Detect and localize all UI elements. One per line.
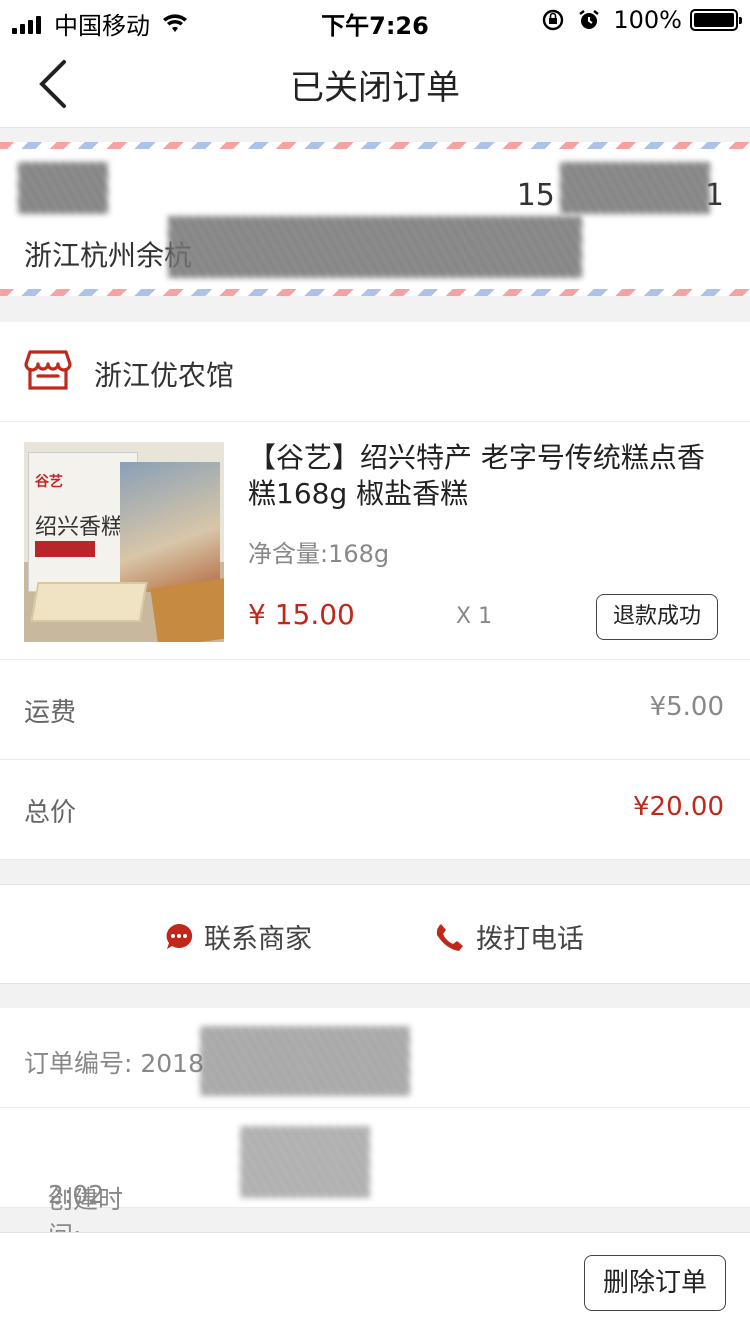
battery-percent: 100% <box>613 6 682 34</box>
phone-icon <box>436 923 463 951</box>
order-number-row: 订单编号: 2018 <box>0 1008 750 1108</box>
contact-seller-label: 联系商家 <box>204 924 312 955</box>
footer-bar: 删除订单 <box>0 1232 750 1334</box>
total-row: 总价 ¥20.00 <box>0 760 750 860</box>
product-item[interactable]: 谷艺 绍兴香糕 【谷艺】绍兴特产 老字号传统糕点香糕168g 椒盐香糕 净含量:… <box>0 422 750 660</box>
shop-row[interactable]: 浙江优农馆 <box>0 322 750 422</box>
call-phone-label: 拨打电话 <box>476 924 584 955</box>
product-title: 【谷艺】绍兴特产 老字号传统糕点香糕168g 椒盐香糕 <box>248 441 705 510</box>
battery-icon <box>690 9 742 31</box>
recipient-address: 浙江杭州余杭 <box>24 239 193 272</box>
alarm-icon <box>579 10 600 29</box>
chat-bubble-icon <box>166 923 193 949</box>
contact-actions: 联系商家 拨打电话 <box>0 884 750 984</box>
page-title: 已关闭订单 <box>290 68 460 108</box>
contact-seller-button[interactable]: 联系商家 <box>164 917 312 956</box>
store-icon <box>24 350 72 390</box>
airmail-border-bottom <box>0 289 750 296</box>
airmail-border-top <box>0 142 750 149</box>
product-price: ¥ 15.00 <box>248 598 355 631</box>
navigation-bar: 已关闭订单 <box>0 40 750 128</box>
shipping-value: ¥5.00 <box>649 692 724 722</box>
rotation-lock-icon <box>543 9 564 31</box>
order-number: 订单编号: 2018 <box>24 1049 204 1078</box>
shipping-row: 运费 ¥5.00 <box>0 660 750 760</box>
redacted-address <box>168 216 582 278</box>
total-label: 总价 <box>24 798 77 828</box>
call-phone-button[interactable]: 拨打电话 <box>434 917 584 956</box>
shop-name: 浙江优农馆 <box>94 359 235 392</box>
shipping-label: 运费 <box>24 698 77 728</box>
product-image: 谷艺 绍兴香糕 <box>24 442 224 642</box>
refund-status-button[interactable]: 退款成功 <box>596 594 718 640</box>
status-right: 100% <box>541 6 742 34</box>
product-spec: 净含量:168g <box>248 540 390 568</box>
order-info: 订单编号: 2018 创建时间: 2018/012:02 <box>0 1008 750 1281</box>
redacted-order-number <box>200 1026 410 1096</box>
status-bar: 中国移动 下午7:26 100% <box>0 0 750 40</box>
address-card: 15 1 浙江杭州余杭 <box>0 142 750 296</box>
delete-order-button[interactable]: 删除订单 <box>584 1255 726 1311</box>
redacted-created-time <box>240 1126 370 1198</box>
total-value: ¥20.00 <box>633 792 724 822</box>
redacted-name <box>18 162 108 214</box>
product-quantity: X 1 <box>456 604 493 629</box>
created-time-row: 创建时间: 2018/012:02 <box>0 1108 750 1281</box>
redacted-phone <box>560 162 710 214</box>
